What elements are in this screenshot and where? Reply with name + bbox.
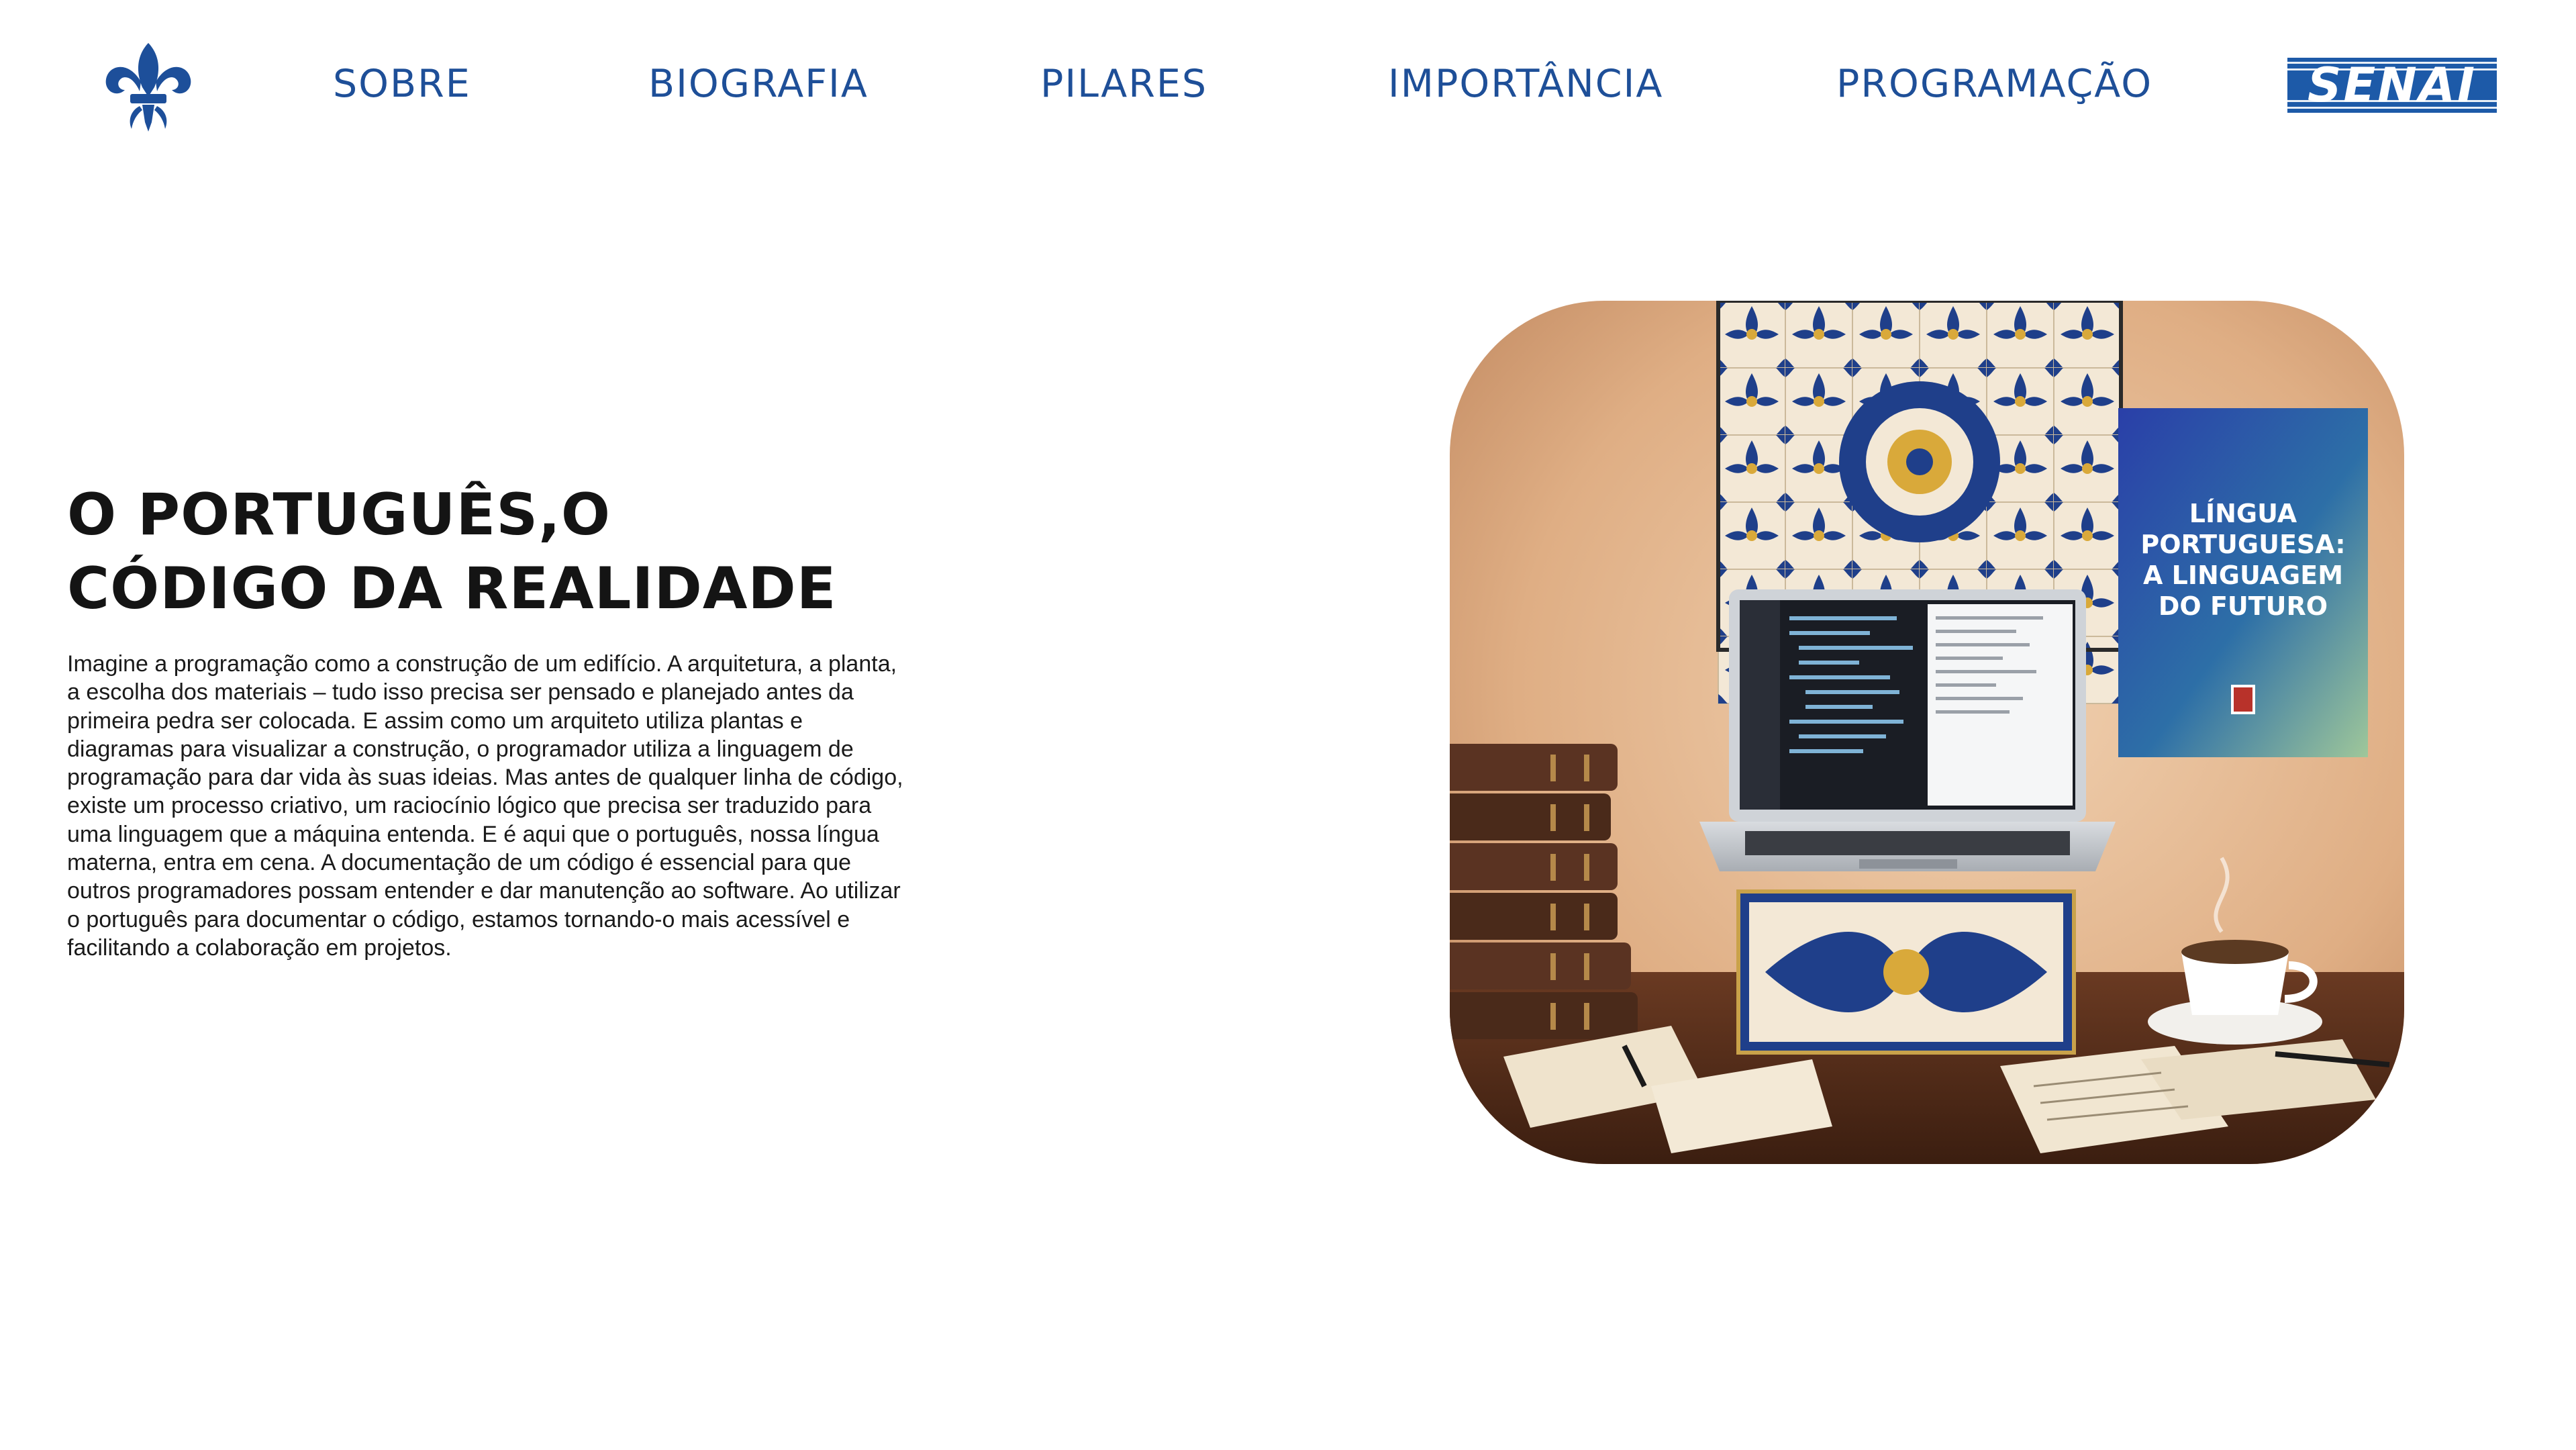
hero-title-line-1: O PORTUGUÊS,O (67, 481, 611, 548)
hero-title: O PORTUGUÊS,O CÓDIGO DA REALIDADE (67, 478, 1007, 626)
nav-link-biografia[interactable]: BIOGRAFIA (648, 62, 869, 106)
laptop (1699, 589, 2116, 871)
poster-line-1: LÍNGUA (2189, 499, 2297, 528)
fleur-de-lis-icon[interactable] (102, 40, 195, 134)
hero-body-text: Imagine a programação como a construção … (67, 651, 903, 961)
poster-line-2: PORTUGUESA: (2140, 530, 2345, 559)
poster-line-4: DO FUTURO (2159, 591, 2328, 621)
nav-link-sobre[interactable]: SOBRE (333, 62, 471, 106)
azulejo-box (1736, 889, 2076, 1055)
senai-logo[interactable]: SENAI (2287, 58, 2497, 113)
nav-link-importancia[interactable]: IMPORTÂNCIA (1388, 62, 1663, 106)
nav-link-pilares[interactable]: PILARES (1040, 62, 1207, 106)
poster-line-3: A LINGUAGEM (2143, 561, 2343, 590)
senai-logo-text: SENAI (2307, 58, 2477, 113)
hero-title-line-2: CÓDIGO DA REALIDADE (67, 555, 837, 622)
nav-link-programacao[interactable]: PROGRAMAÇÃO (1836, 62, 2152, 106)
poster-lingua-portuguesa: LÍNGUA PORTUGUESA: A LINGUAGEM DO FUTURO (2118, 408, 2368, 757)
hero-illustration: LÍNGUA PORTUGUESA: A LINGUAGEM DO FUTURO (1450, 301, 2404, 1164)
landing-page: SOBRE BIOGRAFIA PILARES IMPORTÂNCIA PROG… (0, 0, 2576, 1450)
